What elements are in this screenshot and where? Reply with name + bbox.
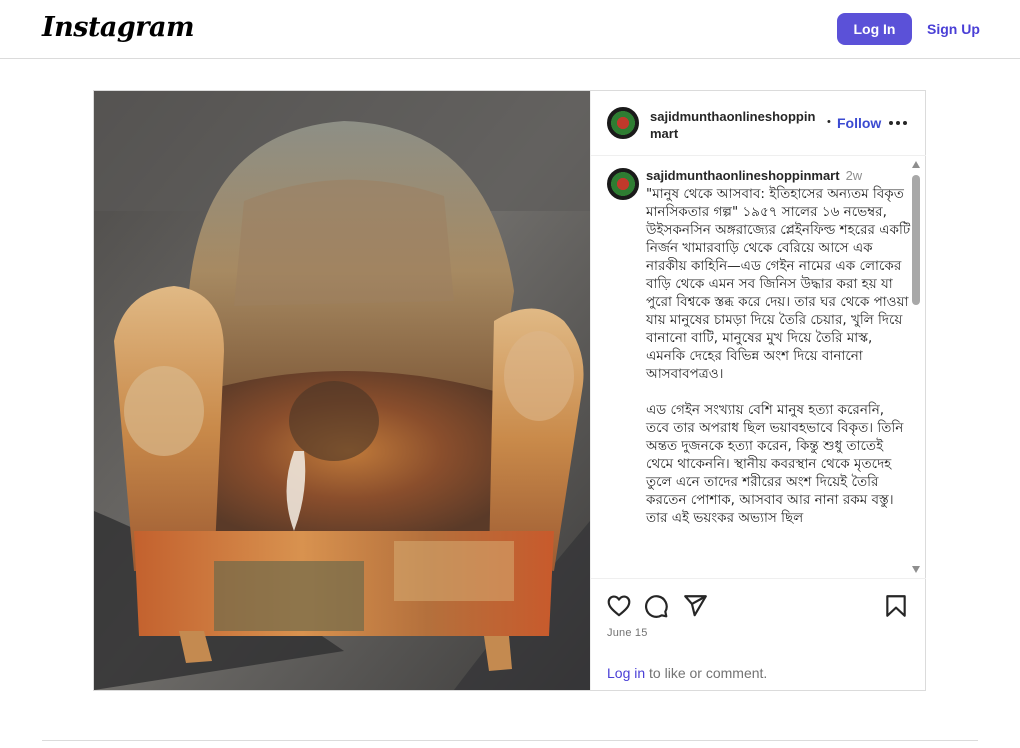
share-paper-plane-icon[interactable]: [682, 593, 708, 619]
login-to-like-prompt: Log in to like or comment.: [607, 665, 767, 681]
more-options-icon[interactable]: [886, 113, 910, 133]
footer-divider: [42, 740, 978, 741]
author-username-line1: sajidmunthaonlineshoppin: [650, 109, 816, 124]
author-username[interactable]: sajidmunthaonlineshoppin mart: [650, 108, 825, 142]
caption-paragraph-1-text: "মানুষ থেকে আসবাব: ইতিহাসের অন্যতম বিকৃত…: [646, 186, 911, 382]
login-link[interactable]: Log in: [607, 665, 645, 681]
post-date: June 15: [607, 627, 648, 639]
save-bookmark-icon[interactable]: [883, 593, 909, 619]
top-bar: Instagram Log In Sign Up: [0, 0, 1020, 59]
caption-paragraph-1: sajidmunthaonlineshoppinmart 2w "মানুষ থে…: [646, 167, 911, 383]
caption-time: 2w: [845, 168, 863, 183]
post-image[interactable]: [94, 91, 590, 690]
comment-bubble-icon[interactable]: [643, 593, 669, 619]
signup-link[interactable]: Sign Up: [927, 13, 980, 45]
follow-button[interactable]: Follow: [837, 115, 881, 131]
post-sidebar: sajidmunthaonlineshoppin mart • Follow s…: [590, 91, 926, 690]
like-heart-icon[interactable]: [606, 593, 632, 619]
caption-paragraph-2: এড গেইন সংখ্যায় বেশি মানুষ হত্যা করেননি…: [646, 402, 904, 526]
caption-author-avatar[interactable]: [607, 168, 639, 200]
caption-username[interactable]: sajidmunthaonlineshoppinmart: [646, 168, 840, 183]
author-username-line2: mart: [650, 126, 679, 141]
post-actions: June 15 Log in to like or comment.: [591, 578, 926, 690]
scrollbar-thumb[interactable]: [912, 175, 920, 305]
caption-scroll-area[interactable]: sajidmunthaonlineshoppinmart 2w "মানুষ থে…: [591, 157, 926, 577]
login-button[interactable]: Log In: [837, 13, 912, 45]
login-prompt-text: to like or comment.: [645, 665, 768, 681]
instagram-logo[interactable]: Instagram: [42, 12, 195, 43]
caption: sajidmunthaonlineshoppinmart 2w "মানুষ থে…: [646, 167, 911, 545]
scroll-down-arrow-icon[interactable]: [912, 566, 920, 573]
post-card: sajidmunthaonlineshoppin mart • Follow s…: [93, 90, 926, 691]
author-avatar[interactable]: [607, 107, 639, 139]
separator-dot: •: [827, 116, 831, 128]
post-header: sajidmunthaonlineshoppin mart • Follow: [591, 91, 926, 156]
armchair-photo: [94, 91, 590, 690]
scroll-up-arrow-icon[interactable]: [912, 161, 920, 168]
caption-scrollbar[interactable]: [911, 161, 921, 575]
